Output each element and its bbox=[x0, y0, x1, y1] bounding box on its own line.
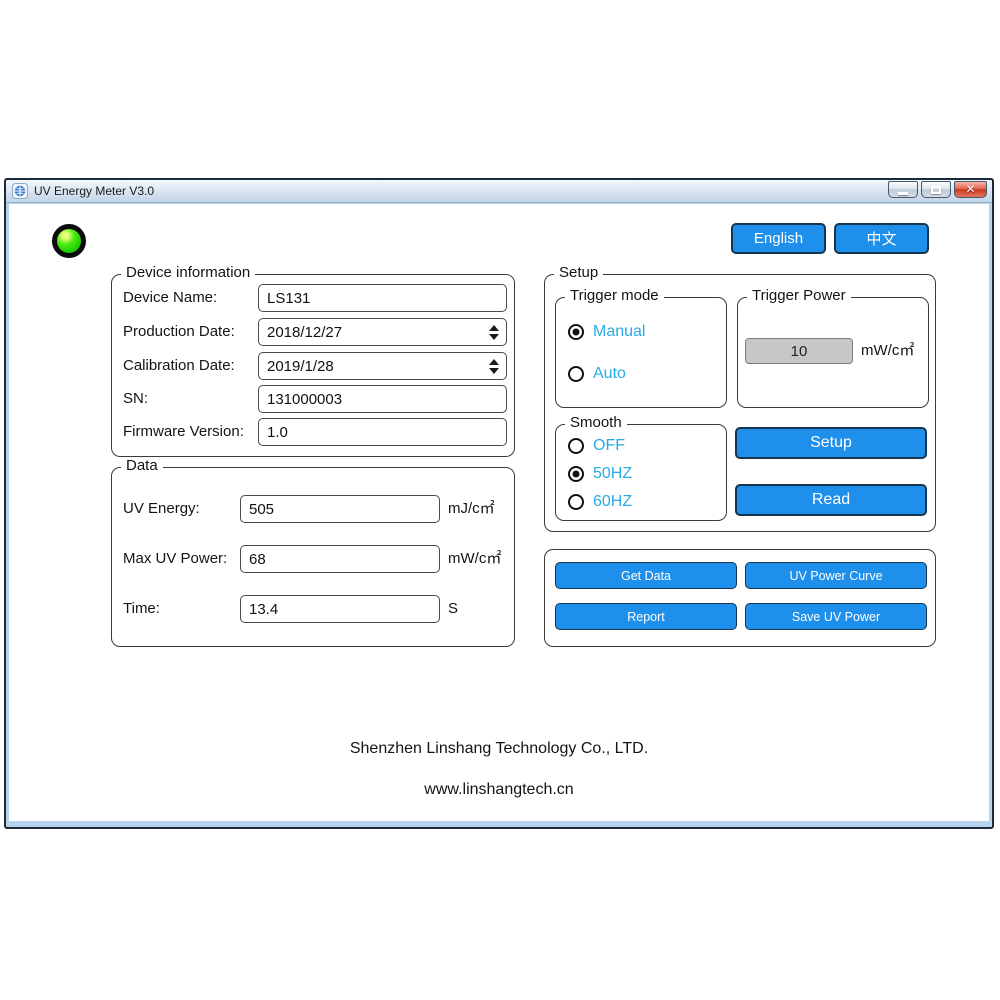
device-name-field-wrap bbox=[258, 284, 507, 312]
radio-checked-icon[interactable] bbox=[568, 324, 584, 340]
device-name-label: Device Name: bbox=[123, 289, 218, 306]
app-icon bbox=[12, 183, 28, 199]
setup-button[interactable]: Setup bbox=[735, 427, 927, 459]
smooth-legend: Smooth bbox=[565, 414, 627, 431]
spin-down-icon[interactable] bbox=[489, 367, 499, 374]
smooth-off-option[interactable]: OFF bbox=[568, 435, 625, 457]
radio-unchecked-icon[interactable] bbox=[568, 366, 584, 382]
close-icon: ✕ bbox=[965, 182, 976, 196]
max-uv-power-input[interactable] bbox=[240, 545, 440, 573]
sn-input[interactable] bbox=[258, 385, 507, 413]
report-button[interactable]: Report bbox=[555, 603, 737, 630]
calibration-date-field-wrap bbox=[258, 352, 507, 380]
smooth-50hz-label: 50HZ bbox=[593, 465, 633, 482]
radio-checked-icon[interactable] bbox=[568, 466, 584, 482]
smooth-group: Smooth OFF 50HZ 60HZ bbox=[555, 414, 727, 521]
device-name-input[interactable] bbox=[258, 284, 507, 312]
uv-energy-label: UV Energy: bbox=[123, 500, 200, 517]
production-date-input[interactable] bbox=[258, 318, 507, 346]
window-controls: ✕ bbox=[888, 181, 987, 198]
sn-field-wrap bbox=[258, 385, 507, 413]
close-button[interactable]: ✕ bbox=[954, 181, 987, 198]
time-field-wrap bbox=[240, 595, 440, 623]
time-label: Time: bbox=[123, 600, 160, 617]
trigger-power-group: Trigger Power 10 mW/c㎡ bbox=[737, 287, 929, 408]
smooth-50hz-option[interactable]: 50HZ bbox=[568, 463, 632, 485]
device-information-group: Device information Device Name: Producti… bbox=[111, 264, 515, 457]
production-date-spinner[interactable] bbox=[488, 318, 500, 346]
company-name: Shenzhen Linshang Technology Co., LTD. bbox=[349, 740, 649, 757]
uv-power-curve-button[interactable]: UV Power Curve bbox=[745, 562, 927, 589]
window-title: UV Energy Meter V3.0 bbox=[34, 184, 155, 198]
device-information-legend: Device information bbox=[121, 264, 256, 281]
sn-label: SN: bbox=[123, 390, 149, 407]
time-unit: S bbox=[448, 600, 459, 617]
trigger-mode-legend: Trigger mode bbox=[565, 287, 664, 304]
minimize-icon bbox=[898, 191, 908, 195]
smooth-60hz-option[interactable]: 60HZ bbox=[568, 491, 632, 513]
trigger-mode-manual-option[interactable]: Manual bbox=[568, 321, 645, 343]
uv-energy-field-wrap bbox=[240, 495, 440, 523]
trigger-power-unit: mW/c㎡ bbox=[861, 342, 915, 359]
get-data-button[interactable]: Get Data bbox=[555, 562, 737, 589]
calibration-date-label: Calibration Date: bbox=[123, 357, 235, 374]
language-english-button[interactable]: English bbox=[731, 223, 826, 254]
minimize-button[interactable] bbox=[888, 181, 918, 198]
trigger-power-value: 10 bbox=[745, 338, 853, 364]
data-legend: Data bbox=[121, 457, 163, 474]
status-led bbox=[52, 224, 86, 258]
max-uv-power-field-wrap bbox=[240, 545, 440, 573]
maximize-button[interactable] bbox=[921, 181, 951, 198]
smooth-off-label: OFF bbox=[593, 437, 625, 454]
language-chinese-button[interactable]: 中文 bbox=[834, 223, 929, 254]
titlebar[interactable]: UV Energy Meter V3.0 ✕ bbox=[6, 180, 992, 203]
calibration-date-input[interactable] bbox=[258, 352, 507, 380]
website-url: www.linshangtech.cn bbox=[424, 781, 574, 798]
trigger-mode-group: Trigger mode Manual Auto bbox=[555, 287, 727, 408]
calibration-date-spinner[interactable] bbox=[488, 352, 500, 380]
trigger-mode-auto-label: Auto bbox=[593, 365, 626, 382]
radio-unchecked-icon[interactable] bbox=[568, 438, 584, 454]
firmware-version-label: Firmware Version: bbox=[123, 423, 244, 440]
trigger-mode-auto-option[interactable]: Auto bbox=[568, 363, 626, 385]
production-date-label: Production Date: bbox=[123, 323, 235, 340]
maximize-icon bbox=[931, 185, 941, 194]
spin-up-icon[interactable] bbox=[489, 324, 499, 331]
save-uv-power-button[interactable]: Save UV Power bbox=[745, 603, 927, 630]
window-content: English 中文 Device information Device Nam… bbox=[9, 204, 989, 821]
app-window: UV Energy Meter V3.0 ✕ English 中文 Device… bbox=[4, 178, 994, 829]
max-uv-power-unit: mW/c㎡ bbox=[448, 550, 502, 567]
radio-unchecked-icon[interactable] bbox=[568, 494, 584, 510]
time-input[interactable] bbox=[240, 595, 440, 623]
smooth-60hz-label: 60HZ bbox=[593, 493, 633, 510]
production-date-field-wrap bbox=[258, 318, 507, 346]
setup-legend: Setup bbox=[554, 264, 604, 281]
trigger-power-legend: Trigger Power bbox=[747, 287, 851, 304]
desktop: UV Energy Meter V3.0 ✕ English 中文 Device… bbox=[0, 0, 1000, 1000]
uv-energy-unit: mJ/c㎡ bbox=[448, 500, 495, 517]
data-group: Data UV Energy: mJ/c㎡ Max UV Power: mW/c… bbox=[111, 457, 515, 647]
setup-group: Setup Trigger mode Manual Auto Trigger P… bbox=[544, 264, 936, 532]
spin-down-icon[interactable] bbox=[489, 333, 499, 340]
read-button[interactable]: Read bbox=[735, 484, 927, 516]
trigger-mode-manual-label: Manual bbox=[593, 323, 646, 340]
max-uv-power-label: Max UV Power: bbox=[123, 550, 228, 567]
firmware-version-field-wrap bbox=[258, 418, 507, 446]
uv-energy-input[interactable] bbox=[240, 495, 440, 523]
spin-up-icon[interactable] bbox=[489, 358, 499, 365]
actions-group: Get Data UV Power Curve Report Save UV P… bbox=[544, 549, 936, 647]
firmware-version-input[interactable] bbox=[258, 418, 507, 446]
